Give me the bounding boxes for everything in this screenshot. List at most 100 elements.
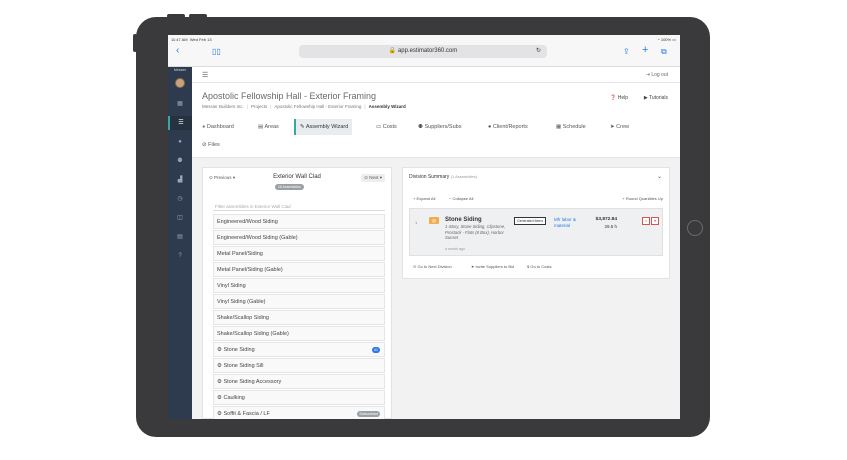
battery-icon: ▭ bbox=[672, 37, 676, 42]
expand-all-link[interactable]: + Expand All bbox=[413, 196, 435, 201]
tab-label: Files bbox=[208, 142, 220, 148]
address-bar[interactable]: 🔒 app.estimator360.com ↻ bbox=[299, 45, 547, 58]
assembly-filter-input[interactable]: Filter assemblies in Exterior Wall Clad bbox=[213, 202, 385, 211]
division-summary-panel: Division Summary (1 Assemblies) ⌄ + Expa… bbox=[402, 167, 670, 279]
pencil-icon: ✎ bbox=[300, 124, 305, 130]
tab-label: Assembly Wizard bbox=[305, 124, 349, 130]
list-item[interactable]: Engineered/Wood Siding bbox=[213, 214, 385, 229]
chevron-left-icon: ⊙ bbox=[209, 175, 213, 180]
list-item[interactable]: ⚙ Stone Siding Sill bbox=[213, 358, 385, 373]
generated-items-button[interactable]: Generated Items bbox=[514, 217, 547, 225]
question-icon: ❓ bbox=[610, 95, 617, 101]
status-date: Wed Feb 13 bbox=[189, 37, 212, 42]
help-link[interactable]: ❓ Help bbox=[610, 95, 628, 101]
list-item[interactable]: Metal Panel/Siding (Gable) bbox=[213, 262, 385, 277]
list-item[interactable]: ⚙ Stone Siding #1 bbox=[213, 342, 385, 357]
volume-button bbox=[167, 14, 185, 18]
previous-button[interactable]: ⊙ Previous ▾ bbox=[209, 175, 235, 181]
tutorials-link[interactable]: ▶ Tutorials bbox=[644, 95, 668, 101]
list-item-label: Stone Siding bbox=[223, 347, 255, 353]
bookmarks-icon[interactable]: ▯▯ bbox=[212, 47, 221, 57]
tab-costs[interactable]: ▭ Costs bbox=[372, 119, 401, 135]
list-item-label: Caulking bbox=[223, 395, 245, 401]
clock-icon[interactable]: ◷ bbox=[168, 192, 192, 206]
gear-icon: ⚙ bbox=[217, 347, 222, 353]
breadcrumb-project[interactable]: Apostolic Fellowship Hall - Exterior Fra… bbox=[274, 104, 361, 109]
tab-areas[interactable]: ▤ Areas bbox=[254, 119, 283, 135]
list-item[interactable]: Metal Panel/Siding bbox=[213, 246, 385, 261]
back-icon[interactable]: ‹ bbox=[176, 46, 179, 56]
play-icon: ▶ bbox=[643, 95, 648, 101]
tab-suppliers[interactable]: ⚉ Suppliers/Subs bbox=[414, 119, 465, 135]
ipad-screen: 11:47 AM Wed Feb 13 ◔ 100% ▭ ‹ ▯▯ 🔒 app.… bbox=[168, 35, 680, 419]
reload-icon[interactable]: ↻ bbox=[536, 45, 541, 58]
status-time: 11:47 AM bbox=[171, 37, 188, 42]
item-price: $3,872.84 bbox=[595, 217, 617, 222]
collapse-all-link[interactable]: − Collapse All bbox=[449, 196, 473, 201]
new-tab-icon[interactable]: + bbox=[642, 45, 648, 56]
share-icon[interactable]: ⇪ bbox=[623, 47, 630, 57]
tab-client-reports[interactable]: ● Client/Reports bbox=[484, 119, 532, 135]
tabs-icon[interactable]: ⧉ bbox=[661, 47, 667, 57]
volume-button bbox=[189, 14, 207, 18]
app-sidebar: Messier ▦ ☰ ● ⚉ ▟ ◷ ◫ ▤ ? bbox=[168, 67, 192, 419]
chat-icon[interactable]: ◫ bbox=[168, 211, 192, 225]
delete-button[interactable]: × bbox=[642, 217, 650, 225]
list-item[interactable]: Vinyl Siding bbox=[213, 278, 385, 293]
brand-label: Messier bbox=[173, 68, 187, 72]
help-icon[interactable]: ? bbox=[168, 249, 192, 263]
round-quantities-toggle[interactable]: + Round Quantities Up bbox=[622, 196, 663, 201]
chart-icon[interactable]: ▟ bbox=[168, 173, 192, 187]
logout-link[interactable]: ⇥ Log out bbox=[646, 72, 668, 78]
next-button[interactable]: ⊙ Next ▾ bbox=[361, 174, 385, 182]
list-item[interactable]: ⚙ Caulking bbox=[213, 390, 385, 405]
tab-crew[interactable]: ➤ Crew bbox=[606, 119, 633, 135]
costs-icon: ▭ bbox=[376, 124, 382, 130]
list-item-label: Engineered/Wood Siding bbox=[217, 219, 278, 225]
labor-material-link[interactable]: Mfr labor & material bbox=[554, 217, 586, 229]
tab-assembly-wizard[interactable]: ✎ Assembly Wizard bbox=[294, 119, 353, 135]
tab-files[interactable]: ⊘ Files bbox=[198, 137, 224, 153]
summary-item: 1 ▤ Stone Siding 1-Story, Stone Siding, … bbox=[409, 208, 663, 256]
list-item[interactable]: ⚙ Stone Siding Accessory bbox=[213, 374, 385, 389]
invite-suppliers-link[interactable]: ➤ Invite Suppliers to Bid bbox=[471, 264, 514, 269]
chevron-down-icon: ▾ bbox=[653, 218, 656, 223]
files-icon: ⊘ bbox=[202, 142, 207, 148]
item-hours: 29.5 h bbox=[604, 224, 617, 229]
list-item[interactable]: ⚙ Soffit & Fascia / LF Subcontract bbox=[213, 406, 385, 419]
menu-icon[interactable]: ☰ bbox=[202, 71, 208, 79]
grid-icon[interactable]: ▦ bbox=[168, 97, 192, 111]
go-to-costs-link[interactable]: $ Go to Costs bbox=[527, 264, 551, 269]
chevron-down-icon[interactable]: ⌄ bbox=[657, 173, 662, 180]
go-to-costs-label: Go to Costs bbox=[530, 264, 552, 269]
list-item[interactable]: Vinyl Siding (Gable) bbox=[213, 294, 385, 309]
subcontract-badge: Subcontract bbox=[357, 411, 380, 417]
breadcrumb-company[interactable]: Messier Builders Inc. bbox=[202, 104, 244, 109]
gear-icon: ⚙ bbox=[217, 379, 222, 385]
tab-dashboard[interactable]: ◕ Dashboard bbox=[198, 119, 238, 135]
person-icon[interactable]: ● bbox=[168, 135, 192, 149]
list-item[interactable]: Shake/Scallop Siding (Gable) bbox=[213, 326, 385, 341]
calendar-icon[interactable]: ▤ bbox=[168, 230, 192, 244]
invite-suppliers-label: Invite Suppliers to Bid bbox=[475, 264, 515, 269]
item-name[interactable]: Stone Siding bbox=[445, 217, 482, 223]
breadcrumb-projects[interactable]: Projects bbox=[251, 104, 267, 109]
list-item-label: Vinyl Siding bbox=[217, 283, 246, 289]
areas-icon: ▤ bbox=[258, 124, 264, 130]
avatar[interactable] bbox=[175, 78, 185, 88]
next-division-link[interactable]: ⊙ Go to Next Division bbox=[413, 264, 452, 269]
tab-schedule[interactable]: ▦ Schedule bbox=[552, 119, 590, 135]
item-dropdown-button[interactable]: ▾ bbox=[651, 217, 659, 225]
client-icon: ● bbox=[488, 124, 492, 130]
home-button[interactable] bbox=[687, 220, 703, 236]
page-title: Apostolic Fellowship Hall - Exterior Fra… bbox=[202, 91, 377, 101]
selected-count-badge: #1 bbox=[372, 347, 380, 353]
tab-label: Costs bbox=[382, 124, 397, 130]
tab-label: Areas bbox=[264, 124, 279, 130]
division-summary-title: Division Summary (1 Assemblies) bbox=[409, 174, 477, 180]
list-icon[interactable]: ☰ bbox=[168, 116, 192, 130]
list-item[interactable]: Shake/Scallop Siding bbox=[213, 310, 385, 325]
people-icon[interactable]: ⚉ bbox=[168, 154, 192, 168]
status-bar: 11:47 AM Wed Feb 13 ◔ 100% ▭ bbox=[168, 35, 680, 43]
list-item[interactable]: Engineered/Wood Siding (Gable) bbox=[213, 230, 385, 245]
